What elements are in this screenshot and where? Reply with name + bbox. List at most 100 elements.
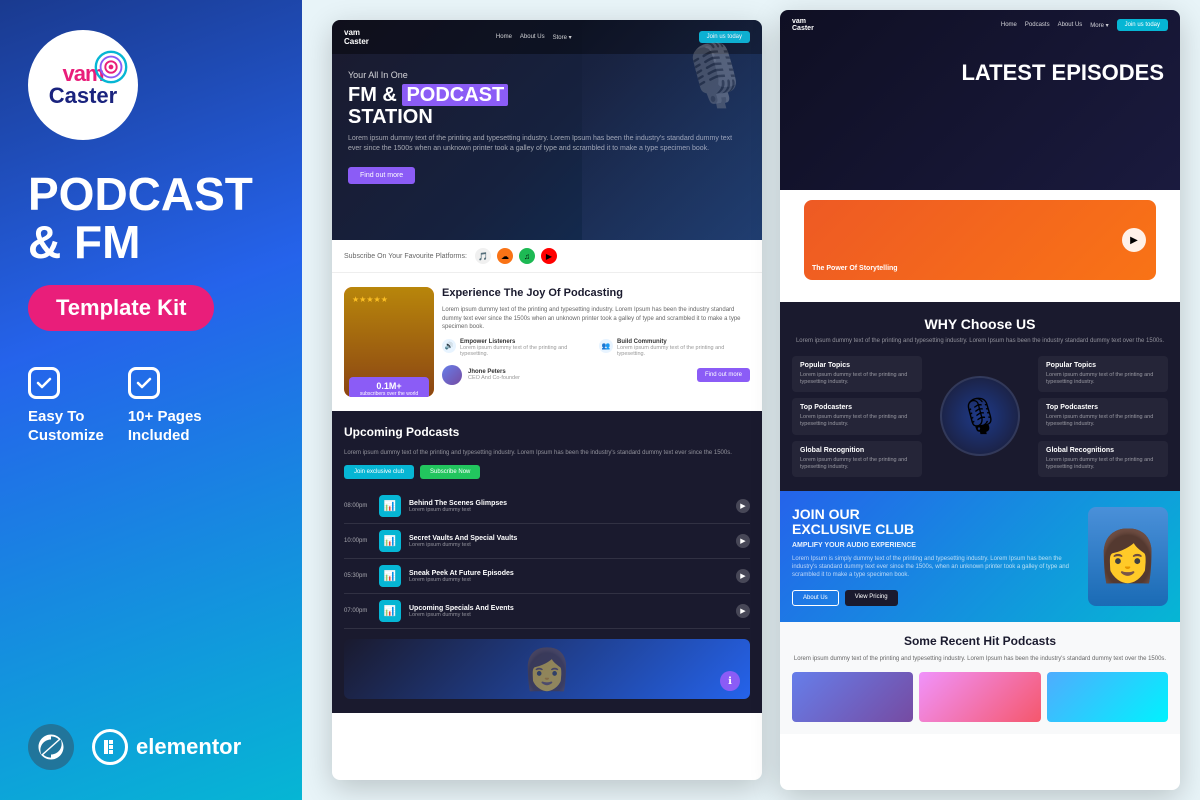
play-btn[interactable]: ▶ — [1122, 228, 1146, 252]
recent-card-3 — [1047, 672, 1168, 722]
podcast-sub-4: Lorem ipsum dummy text — [409, 612, 728, 618]
wordpress-logo — [28, 724, 74, 770]
why-left-2: Top Podcasters Lorem ipsum dummy text of… — [792, 398, 922, 434]
recent-card-2 — [919, 672, 1040, 722]
customize-label: Easy ToCustomize — [28, 407, 104, 446]
view-pricing-btn[interactable]: View Pricing — [845, 590, 898, 606]
pages-label: 10+ PagesIncluded — [128, 407, 202, 446]
right-hero: vamCaster Home Podcasts About Us More ▾ … — [780, 10, 1180, 190]
join-desc: Lorem Ipsum is simply dummy text of the … — [792, 555, 1078, 580]
right-nav-links: Home Podcasts About Us More ▾ Join us to… — [1001, 18, 1168, 32]
elementor-icon — [92, 729, 128, 765]
community-icon: 👥 — [599, 339, 613, 353]
recent-grid — [792, 672, 1168, 722]
platform-apple[interactable]: 🎵 — [475, 248, 491, 264]
experience-desc: Lorem ipsum dummy text of the printing a… — [442, 306, 750, 331]
author-info: Jhone Peters CEO And Co-founder — [468, 369, 520, 381]
podcast-play-1[interactable]: ▶ — [736, 499, 750, 513]
latest-episodes-title: LATEST EPISODES — [780, 40, 1180, 96]
platform-icons: 🎵 ☁ ♫ ▶ — [475, 248, 557, 264]
experience-section: ★★★★★ 0.1M+ subscribers over the world E… — [332, 273, 762, 411]
right-nav: vamCaster Home Podcasts About Us More ▾ … — [780, 10, 1180, 40]
why-right-3: Global Recognitions Lorem ipsum dummy te… — [1038, 441, 1168, 477]
stats-badge: 0.1M+ subscribers over the world — [349, 377, 429, 397]
person-image: 👩 — [1088, 507, 1168, 606]
why-right-col: Popular Topics Lorem ipsum dummy text of… — [1038, 356, 1168, 477]
feature-customize: Easy ToCustomize — [28, 367, 104, 446]
join-subtitle: AMPLIFY YOUR AUDIO EXPERIENCE — [792, 542, 1078, 549]
why-section: WHY Choose US Lorem ipsum dummy text of … — [780, 302, 1180, 491]
podcast-info-3: Sneak Peek At Future Episodes Lorem ipsu… — [401, 570, 736, 583]
about-us-btn[interactable]: About Us — [792, 590, 839, 606]
join-content: JOIN OUREXCLUSIVE CLUB AMPLIFY YOUR AUDI… — [792, 507, 1078, 606]
platform-youtube[interactable]: ▶ — [541, 248, 557, 264]
podcast-icon-2: 📊 — [379, 530, 401, 552]
podcast-play-4[interactable]: ▶ — [736, 604, 750, 618]
podcast-icon-1: 📊 — [379, 495, 401, 517]
episode-section: The Power Of Storytelling ▶ — [780, 190, 1180, 302]
podcast-icon-3: 📊 — [379, 565, 401, 587]
experience-title: Experience The Joy Of Podcasting — [442, 287, 750, 300]
why-left-col: Popular Topics Lorem ipsum dummy text of… — [792, 356, 922, 477]
left-panel: vam Caster PODCAST & FM Template Kit — [0, 0, 302, 800]
recent-section: Some Recent Hit Podcasts Lorem ipsum dum… — [780, 622, 1180, 734]
platform-soundcloud[interactable]: ☁ — [497, 248, 513, 264]
episode-card: The Power Of Storytelling ▶ — [804, 200, 1156, 280]
logo-container: vam Caster — [28, 30, 138, 140]
podcast-icon-4: 📊 — [379, 600, 401, 622]
podcast-play-2[interactable]: ▶ — [736, 534, 750, 548]
platform-spotify[interactable]: ♫ — [519, 248, 535, 264]
why-title: WHY Choose US — [792, 316, 1168, 332]
check-icon-pages — [128, 367, 160, 399]
podcast-item-2: 10:00pm 📊 Secret Vaults And Special Vaul… — [344, 524, 750, 559]
episode-label: The Power Of Storytelling — [812, 265, 898, 272]
spiral-icon — [92, 48, 130, 91]
empower-desc: Lorem ipsum dummy text of the printing a… — [460, 345, 593, 357]
join-buttons: About Us View Pricing — [792, 590, 1078, 606]
right-nav-btn[interactable]: Join us today — [1117, 19, 1168, 31]
why-left-3: Global Recognition Lorem ipsum dummy tex… — [792, 441, 922, 477]
experience-content: Experience The Joy Of Podcasting Lorem i… — [442, 287, 750, 397]
podcast-name-2: Secret Vaults And Special Vaults — [409, 535, 728, 542]
join-club-btn[interactable]: Join exclusive club — [344, 465, 414, 479]
podcast-name-3: Sneak Peek At Future Episodes — [409, 570, 728, 577]
podcast-info-4: Upcoming Specials And Events Lorem ipsum… — [401, 605, 736, 618]
podcasts-info: Upcoming Podcasts Lorem ipsum dummy text… — [344, 425, 750, 479]
why-right-1: Popular Topics Lorem ipsum dummy text of… — [1038, 356, 1168, 392]
podcast-info-1: Behind The Scenes Glimpses Lorem ipsum d… — [401, 500, 736, 513]
podcasts-title: Upcoming Podcasts — [344, 425, 750, 439]
why-left-1: Popular Topics Lorem ipsum dummy text of… — [792, 356, 922, 392]
author-avatar — [442, 365, 462, 385]
podcasts-btns: Join exclusive club Subscribe Now — [344, 465, 750, 479]
podcast-name-4: Upcoming Specials And Events — [409, 605, 728, 612]
hero-cta-btn[interactable]: Find out more — [348, 167, 415, 184]
feature-empower: 🔊 Empower Listeners Lorem ipsum dummy te… — [442, 339, 593, 357]
podcast-time-1: 08:00pm — [344, 503, 379, 509]
podcast-item-3: 05:30pm 📊 Sneak Peek At Future Episodes … — [344, 559, 750, 594]
podcast-name-1: Behind The Scenes Glimpses — [409, 500, 728, 507]
person-emoji: 👩 — [522, 646, 572, 693]
features-row: Easy ToCustomize 10+ PagesIncluded — [28, 367, 274, 446]
preview-right: vamCaster Home Podcasts About Us More ▾ … — [780, 10, 1180, 790]
podcasts-header: Upcoming Podcasts Lorem ipsum dummy text… — [344, 425, 750, 479]
right-nav-logo: vamCaster — [792, 18, 814, 32]
podcast-time-3: 05:30pm — [344, 573, 379, 579]
podcast-sub-1: Lorem ipsum dummy text — [409, 507, 728, 513]
why-center: 🎙 — [930, 376, 1030, 456]
preview-center: vamCaster Home About Us Store ▾ Join us … — [332, 20, 762, 780]
bottom-logos: elementor — [28, 724, 241, 770]
recent-title: Some Recent Hit Podcasts — [792, 634, 1168, 648]
podcasts-section: Upcoming Podcasts Lorem ipsum dummy text… — [332, 411, 762, 713]
podcast-play-3[interactable]: ▶ — [736, 569, 750, 583]
elementor-text: elementor — [136, 734, 241, 760]
subscribe-btn[interactable]: Subscribe Now — [420, 465, 480, 479]
info-icon: ℹ — [720, 671, 740, 691]
podcast-time-4: 07:00pm — [344, 608, 379, 614]
why-grid: Popular Topics Lorem ipsum dummy text of… — [792, 356, 1168, 477]
elementor-logo: elementor — [92, 729, 241, 765]
find-more-btn[interactable]: Find out more — [697, 368, 750, 382]
podcasts-desc: Lorem ipsum dummy text of the printing a… — [344, 449, 750, 457]
join-person: 👩 — [1088, 507, 1168, 606]
recent-desc: Lorem ipsum dummy text of the printing a… — [792, 656, 1168, 662]
hero-bg-image: 🎙️ — [582, 20, 762, 240]
